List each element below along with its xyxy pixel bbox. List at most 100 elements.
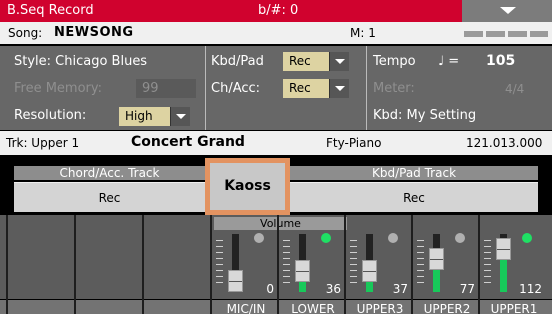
scale-tick xyxy=(484,258,491,259)
scale-tick xyxy=(350,246,357,247)
channel-name: UPPER2 xyxy=(423,302,471,314)
divider xyxy=(74,215,76,314)
fader-knob[interactable] xyxy=(228,270,243,292)
scale-tick xyxy=(417,264,424,265)
scale-tick xyxy=(484,276,491,277)
fader-knob[interactable] xyxy=(429,248,444,271)
scale-tick xyxy=(417,282,424,283)
scale-tick xyxy=(484,246,491,247)
scale-tick xyxy=(417,270,424,271)
sound-category: Fty-Piano xyxy=(326,136,382,150)
fader-knob[interactable] xyxy=(295,259,310,282)
divider xyxy=(344,215,346,314)
tempo-value[interactable]: 105 xyxy=(486,53,515,69)
style-name[interactable]: Style: Chicago Blues xyxy=(14,54,147,69)
page-menu-button[interactable] xyxy=(462,0,552,22)
divider xyxy=(277,215,279,314)
scale-tick xyxy=(216,276,223,277)
song-row: Song: NEWSONG M: 1 xyxy=(0,22,552,44)
kbd-pad-select[interactable]: Rec xyxy=(283,52,329,71)
channel-volume-value: 36 xyxy=(325,282,341,296)
channel-name: UPPER1 xyxy=(490,302,538,314)
free-memory-value: 99 xyxy=(142,81,159,96)
channel-status-led-icon[interactable] xyxy=(254,233,264,243)
song-label: Song: xyxy=(8,26,43,40)
resolution-dropdown-arrow-icon[interactable] xyxy=(170,107,190,126)
ch-acc-select[interactable]: Rec xyxy=(283,79,329,98)
scale-tick xyxy=(216,246,223,247)
mixer-channel-strip[interactable]: 37 xyxy=(348,230,412,300)
scale-tick xyxy=(283,276,290,277)
divider xyxy=(6,215,8,314)
scale-tick xyxy=(216,264,223,265)
scale-tick xyxy=(216,282,223,283)
position-segment xyxy=(508,31,527,37)
track-info-row[interactable]: Trk: Upper 1 Concert Grand Fty-Piano 121… xyxy=(0,131,552,155)
channel-status-led-icon[interactable] xyxy=(522,233,532,243)
mixer-channel-strip[interactable]: 0 xyxy=(214,230,278,300)
kaoss-button-frame[interactable]: Kaoss xyxy=(205,158,290,215)
position-segment xyxy=(530,31,548,37)
free-memory-label: Free Memory: xyxy=(14,81,103,96)
channel-volume-value: 112 xyxy=(519,282,542,296)
volume-header: Volume xyxy=(214,217,347,230)
scale-tick xyxy=(283,240,290,241)
ch-acc-dropdown-arrow-icon[interactable] xyxy=(329,79,349,98)
channel-status-led-icon[interactable] xyxy=(455,233,465,243)
kbd-pad-track-button[interactable]: Rec xyxy=(290,182,538,212)
scale-tick xyxy=(216,252,223,253)
mixer-channel-strip[interactable]: 36 xyxy=(281,230,345,300)
fader-knob[interactable] xyxy=(496,238,511,261)
meter-value: 4/4 xyxy=(505,82,525,96)
keyboard-setting[interactable]: Kbd: My Setting xyxy=(373,108,476,123)
page-title: B.Seq Record xyxy=(7,3,94,18)
divider xyxy=(210,215,212,314)
scale-tick xyxy=(350,270,357,271)
scale-tick xyxy=(283,258,290,259)
scale-tick xyxy=(484,264,491,265)
channel-status-led-icon[interactable] xyxy=(321,233,331,243)
kbd-pad-label: Kbd/Pad xyxy=(211,54,264,69)
transpose-indicator: b/#: 0 xyxy=(258,3,299,18)
track-label: Trk: Upper 1 xyxy=(6,136,80,150)
divider xyxy=(366,46,367,130)
divider xyxy=(478,215,480,314)
tempo-label: Tempo xyxy=(373,54,416,69)
divider xyxy=(205,46,206,130)
kbd-pad-dropdown-arrow-icon[interactable] xyxy=(329,52,349,71)
channel-status-led-icon[interactable] xyxy=(388,233,398,243)
scale-tick xyxy=(216,258,223,259)
scale-tick xyxy=(350,264,357,265)
resolution-select[interactable]: High xyxy=(119,107,170,126)
position-segment xyxy=(464,31,483,37)
scale-tick xyxy=(484,282,491,283)
song-name[interactable]: NEWSONG xyxy=(54,25,134,40)
channel-name: UPPER3 xyxy=(356,302,404,314)
scale-tick xyxy=(417,252,424,253)
mixer-channel-strip[interactable]: 77 xyxy=(415,230,479,300)
measure-indicator: M: 1 xyxy=(350,26,376,40)
scale-tick xyxy=(350,258,357,259)
channel-volume-value: 0 xyxy=(266,282,274,296)
scale-tick xyxy=(350,282,357,283)
scale-tick xyxy=(417,258,424,259)
kbd-pad-track-header: Kbd/Pad Track xyxy=(290,166,538,180)
scale-tick xyxy=(283,252,290,253)
channel-volume-value: 77 xyxy=(459,282,475,296)
scale-tick xyxy=(283,270,290,271)
title-bar: B.Seq Record b/#: 0 xyxy=(0,0,552,22)
quarter-note-icon: ♩ = xyxy=(438,54,460,69)
mixer-channel-strip[interactable]: 112 xyxy=(482,230,546,300)
ch-acc-label: Ch/Acc: xyxy=(211,81,261,96)
kaoss-button[interactable]: Kaoss xyxy=(210,163,285,210)
scale-tick xyxy=(283,246,290,247)
scale-tick xyxy=(350,252,357,253)
chevron-down-icon xyxy=(500,7,516,14)
free-memory-field: 99 xyxy=(136,79,196,98)
position-segment xyxy=(486,31,505,37)
fader-knob[interactable] xyxy=(362,259,377,282)
channel-volume-value: 37 xyxy=(392,282,408,296)
channel-name: LOWER xyxy=(291,302,335,314)
sound-number: 121.013.000 xyxy=(466,136,543,150)
chord-acc-track-button[interactable]: Rec xyxy=(14,182,205,212)
